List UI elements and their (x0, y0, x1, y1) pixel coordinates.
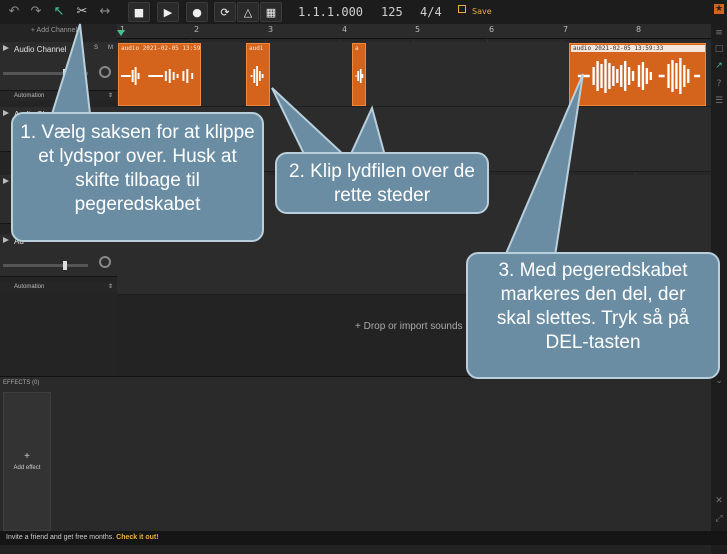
fader-handle[interactable] (63, 261, 67, 270)
plus-icon: + (24, 451, 30, 462)
bar-number: 4 (342, 25, 348, 34)
stretch-icon[interactable]: ↔ (96, 3, 114, 21)
bar-number: 6 (489, 25, 495, 34)
stop-icon: ■ (133, 6, 145, 19)
waveform (250, 66, 264, 86)
bar-number: 5 (415, 25, 421, 34)
scissors-icon[interactable]: ✂ (73, 3, 91, 21)
effects-panel (0, 376, 711, 532)
waveform (120, 67, 194, 85)
keyboard-icon: ▦ (265, 6, 277, 19)
automation-row[interactable]: Automation ⇕ (0, 282, 117, 292)
callout-three: 3. Med pegeredskabet markeres den del, d… (466, 252, 720, 379)
timeline-ruler[interactable]: 1 2 3 4 5 6 7 8 (117, 24, 711, 39)
bar-number: 7 (563, 25, 569, 34)
pan-knob[interactable] (99, 256, 111, 268)
volume-fader[interactable] (3, 69, 88, 78)
clip-label: a (355, 45, 359, 52)
time-signature-display[interactable]: 4/4 (420, 0, 442, 24)
track-name[interactable]: Audio Channel (14, 45, 66, 54)
record-icon: ● (192, 6, 202, 19)
audio-clip[interactable]: audio 2021-02-05 13:59:33 (569, 43, 706, 106)
pan-knob[interactable] (99, 66, 111, 78)
help-icon[interactable]: ? (714, 79, 724, 89)
add-channel-button[interactable]: + Add Channel (0, 27, 117, 39)
footer-text: Invite a friend and get free months. (6, 534, 115, 541)
volume-fader[interactable] (3, 261, 88, 270)
track-play-icon[interactable] (3, 178, 9, 184)
keyboard-button[interactable]: ▦ (260, 2, 282, 22)
library-icon[interactable]: ≡ (714, 28, 724, 38)
redo-icon[interactable]: ↷ (27, 3, 45, 21)
automation-row[interactable]: Automation ⇕ (0, 91, 117, 101)
waveform (355, 69, 364, 83)
add-effect-label: Add effect (13, 465, 41, 471)
chevron-icon[interactable]: ⇕ (108, 283, 113, 290)
track-header[interactable]: Audio Channel S M (0, 42, 117, 91)
settings-icon[interactable]: ☰ (714, 96, 724, 106)
arrow-icon[interactable]: ↗ (714, 61, 724, 71)
audio-clip[interactable]: a (352, 43, 366, 106)
stop-button[interactable]: ■ (128, 2, 150, 22)
bar-number: 2 (194, 25, 200, 34)
metronome-button[interactable]: △ (237, 2, 259, 22)
logo-icon: ★ (714, 4, 724, 14)
drop-import-hint[interactable]: + Drop or import sounds (355, 321, 463, 332)
effects-title: EFFECTS (0) (3, 380, 40, 386)
play-icon: ▶ (163, 6, 173, 19)
audio-clip[interactable]: audio 2021-02-05 13:59 (118, 43, 201, 106)
tempo-display[interactable]: 125 (381, 0, 403, 24)
clip-label: audio 2021-02-05 13:59 (121, 45, 201, 52)
mute-button[interactable]: M (108, 45, 113, 51)
automation-label: Automation (14, 284, 45, 290)
automation-label: Automation (14, 93, 45, 99)
add-effect-button[interactable]: + Add effect (3, 392, 51, 531)
save-icon (458, 5, 466, 13)
record-button[interactable]: ● (186, 2, 208, 22)
undo-icon[interactable]: ↶ (5, 3, 23, 21)
fader-handle[interactable] (63, 69, 67, 78)
bar-number: 3 (268, 25, 274, 34)
save-button[interactable]: Save (472, 4, 492, 20)
close-icon[interactable]: ✕ (714, 496, 724, 506)
metronome-icon: △ (243, 6, 253, 19)
bar-number: 8 (636, 25, 642, 34)
track-play-icon[interactable] (3, 110, 9, 116)
callout-two: 2. Klip lydfilen over de rette steder (275, 152, 489, 214)
footer-banner: Invite a friend and get free months. Che… (0, 531, 727, 545)
track-play-icon[interactable] (3, 45, 9, 51)
loop-icon: ⟳ (220, 6, 230, 19)
audio-clip[interactable]: audi (246, 43, 270, 106)
callout-one: 1. Vælg saksen for at klippe et lydspor … (11, 112, 264, 242)
clip-label: audi (249, 45, 264, 52)
expand-icon[interactable]: ⤢ (714, 514, 724, 524)
clip-label: audio 2021-02-05 13:59:33 (571, 45, 705, 52)
solo-button[interactable]: S (94, 45, 98, 51)
chevron-icon[interactable]: ⇕ (108, 92, 113, 99)
loop-button[interactable]: ⟳ (214, 2, 236, 22)
toolbar: ↶ ↷ ↖ ✂ ↔ ■ ▶ ● ⟳ △ ▦ 1.1.1.000 125 4/4 … (0, 0, 727, 25)
waveform (577, 58, 701, 94)
position-display[interactable]: 1.1.1.000 (298, 0, 363, 24)
folder-icon[interactable]: □ (714, 44, 724, 54)
playhead-marker[interactable] (117, 30, 125, 36)
collapse-icon[interactable]: ⌄ (714, 376, 724, 386)
play-button[interactable]: ▶ (157, 2, 179, 22)
track-play-icon[interactable] (3, 237, 9, 243)
footer-link[interactable]: Check it out! (116, 534, 158, 541)
pointer-icon[interactable]: ↖ (50, 3, 68, 21)
